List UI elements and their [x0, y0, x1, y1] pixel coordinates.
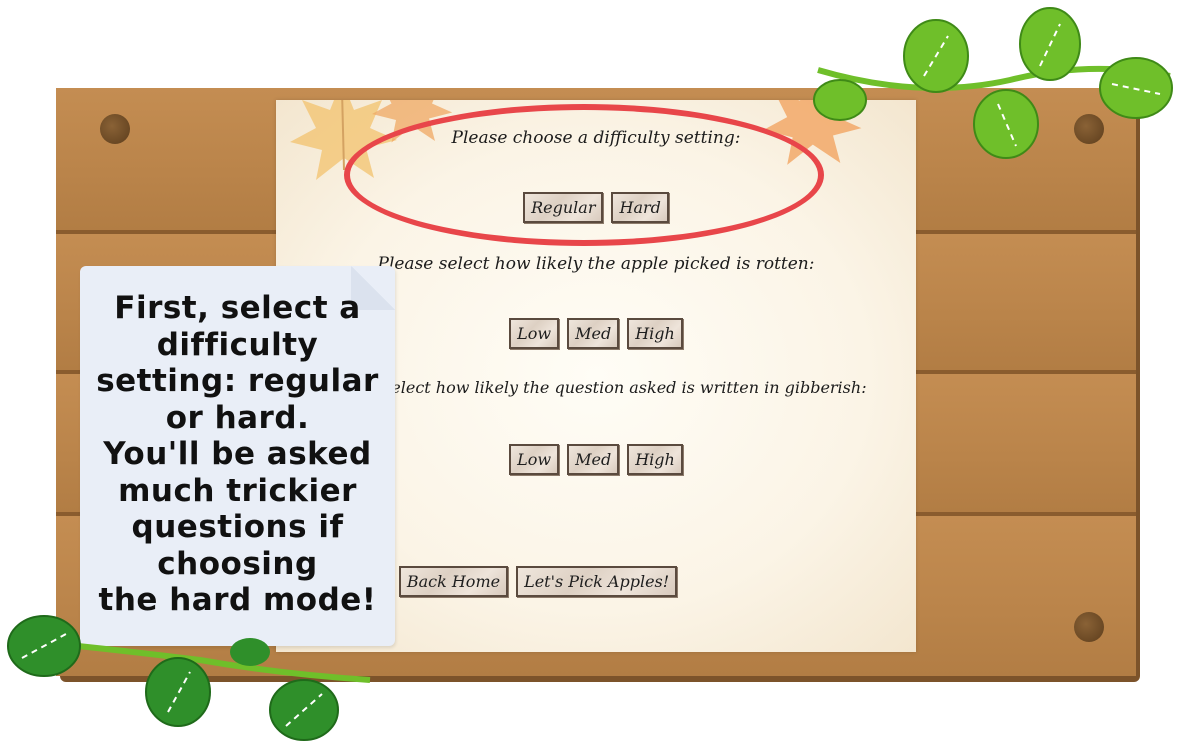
tooltip-note: First, select a difficulty setting: regu…	[80, 266, 395, 646]
nail-icon	[100, 114, 130, 144]
nail-icon	[1074, 612, 1104, 642]
tooltip-line: First, select a	[114, 290, 361, 326]
gibberish-low-button[interactable]: Low	[509, 444, 560, 475]
tooltip-line: setting: regular	[96, 363, 379, 399]
tooltip-line: difficulty	[156, 326, 319, 363]
rotten-med-button[interactable]: Med	[567, 318, 620, 349]
tooltip-line: choosing	[157, 545, 318, 582]
back-home-button[interactable]: Back Home	[398, 566, 509, 597]
tooltip-text: First, select a difficulty setting: regu…	[80, 290, 395, 619]
rotten-high-button[interactable]: High	[627, 318, 683, 349]
lets-pick-apples-button[interactable]: Let's Pick Apples!	[516, 566, 678, 597]
tooltip-line: or hard.	[165, 399, 310, 436]
tooltip-line: You'll be asked	[103, 436, 372, 472]
tooltip-line: much trickier	[118, 472, 357, 509]
vine-decoration-icon	[7, 615, 371, 741]
gibberish-high-button[interactable]: High	[627, 444, 683, 475]
vine-decoration-icon	[813, 7, 1173, 159]
gibberish-med-button[interactable]: Med	[567, 444, 620, 475]
difficulty-highlight-ring	[344, 104, 824, 246]
rotten-low-button[interactable]: Low	[509, 318, 560, 349]
tooltip-line: questions if	[131, 509, 344, 545]
